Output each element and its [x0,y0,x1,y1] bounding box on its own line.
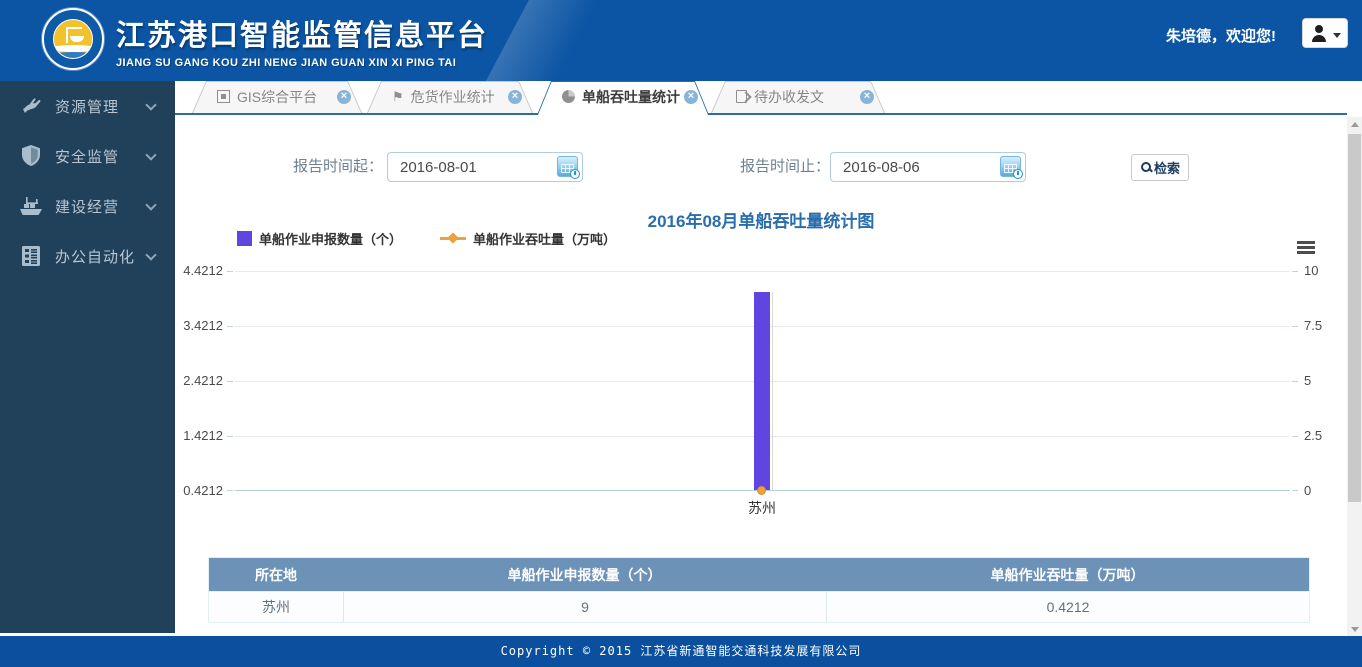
send-document-icon [736,90,747,103]
table-header-declarations: 单船作业申报数量（个） [343,558,826,591]
tab-dangerous-goods[interactable]: ⚑ 危货作业统计 [367,81,533,113]
table-cell-declarations: 9 [343,592,826,622]
legend-label: 单船作业吞吐量（万吨） [473,229,616,248]
logo-emblem [53,19,93,59]
resources-icon [18,93,44,119]
table-header-location: 所在地 [209,558,343,591]
y-axis-left-tick: 1.4212 [163,428,223,443]
user-greeting: 朱培德，欢迎您! [1166,25,1276,46]
bar-declarations [754,292,770,490]
calendar-icon[interactable] [557,156,578,177]
summary-table: 所在地 单船作业申报数量（个） 单船作业吞吐量（万吨） 苏州 9 0.4212 [208,557,1310,623]
chevron-down-icon [145,149,156,160]
scrollbar-up-arrow-icon[interactable] [1347,117,1362,132]
tab-ship-throughput[interactable]: 单船吞吐量统计 [537,81,709,115]
legend-label: 单船作业申报数量（个） [259,229,402,248]
y-axis-left-tick: 2.4212 [163,373,223,388]
search-button[interactable]: 检索 [1131,154,1189,181]
tab-label: 待办收发文 [754,87,824,107]
scrollbar-down-arrow-icon[interactable] [1347,621,1362,636]
table-cell-throughput: 0.4212 [826,592,1309,622]
vertical-scrollbar[interactable] [1347,117,1362,636]
tab-bar: GIS综合平台 ⚑ 危货作业统计 单船吞吐量统计 [175,81,1347,115]
pie-chart-icon [562,90,575,103]
y-axis-right-tick: 7.5 [1304,318,1344,333]
user-menu-button[interactable] [1302,18,1348,48]
chevron-down-icon [145,249,156,260]
sidebar-item-label: 资源管理 [55,96,119,117]
shield-icon [18,143,44,169]
sidebar-item-resources[interactable]: 资源管理 [0,81,175,131]
y-axis-left-tick: 3.4212 [163,318,223,333]
chart-legend: 单船作业申报数量（个） 单船作业吞吐量（万吨） [237,229,616,248]
tab-label: 危货作业统计 [411,87,495,107]
y-axis-left-tick: 0.4212 [163,483,223,498]
report-start-field [387,152,583,182]
user-icon [1311,25,1327,42]
tab-close-icon[interactable] [860,90,874,104]
sidebar-item-safety[interactable]: 安全监管 [0,131,175,181]
main-content: GIS综合平台 ⚑ 危货作业统计 单船吞吐量统计 [175,81,1347,636]
tab-pending-documents[interactable]: 待办收发文 [711,81,885,113]
report-end-input[interactable] [830,152,1026,182]
sidebar-item-construction[interactable]: 建设经营 [0,181,175,231]
oa-icon [18,243,44,269]
tab-label: GIS综合平台 [237,87,317,107]
y-axis-right-tick: 2.5 [1304,428,1344,443]
caret-down-icon [1333,33,1341,38]
chevron-down-icon [145,99,156,110]
sidebar-item-label: 建设经营 [55,196,119,217]
calendar-icon[interactable] [1000,156,1021,177]
sidebar-item-label: 办公自动化 [55,246,135,267]
chart-toolbox-dataview-icon[interactable] [1297,241,1315,254]
y-axis-right-tick: 10 [1304,263,1344,278]
header: 江苏港口智能监管信息平台 JIANG SU GANG KOU ZHI NENG … [0,0,1362,81]
sidebar-item-office[interactable]: 办公自动化 [0,231,175,281]
tab-close-icon[interactable] [684,90,698,104]
ship-icon [18,193,44,219]
chevron-down-icon [145,199,156,210]
flag-icon: ⚑ [392,90,404,103]
report-start-label: 报告时间起： [283,152,383,182]
tab-close-icon[interactable] [337,90,351,104]
search-icon [1140,161,1153,174]
copyright-text: Copyright © 2015 江苏省新通智能交通科技发展有限公司 [0,636,1362,667]
tab-bar-underline [175,113,1347,115]
scrollbar-thumb[interactable] [1348,134,1361,502]
tab-label: 单船吞吐量统计 [582,87,680,107]
legend-item-throughput[interactable]: 单船作业吞吐量（万吨） [440,229,616,248]
sidebar: 资源管理 安全监管 建设经营 办公自动化 [0,81,175,633]
chart-plot-area: 4.4212 3.4212 2.4212 1.4212 0.4212 10 7.… [235,271,1290,491]
tab-close-icon[interactable] [508,90,522,104]
header-diagonal-accent [476,0,604,81]
y-axis-left-tick: 4.4212 [163,263,223,278]
page-title: 江苏港口智能监管信息平台 [116,12,488,54]
search-button-label: 检索 [1154,158,1180,177]
table-header-row: 所在地 单船作业申报数量（个） 单船作业吞吐量（万吨） [209,558,1309,591]
y-axis-right-tick: 0 [1304,483,1344,498]
y-axis-right-tick: 5 [1304,373,1344,388]
table-header-throughput: 单船作业吞吐量（万吨） [826,558,1309,591]
legend-line-mark [440,231,466,246]
report-end-label: 报告时间止： [735,152,830,182]
table-row: 苏州 9 0.4212 [209,591,1309,622]
tab-gis[interactable]: GIS综合平台 [192,81,362,113]
report-start-input[interactable] [387,152,583,182]
report-end-field [830,152,1026,182]
legend-bar-swatch [237,231,252,246]
clock-icon [570,169,580,179]
footer: Copyright © 2015 江苏省新通智能交通科技发展有限公司 [0,636,1362,667]
legend-item-declarations[interactable]: 单船作业申报数量（个） [237,229,402,248]
brand: 江苏港口智能监管信息平台 JIANG SU GANG KOU ZHI NENG … [116,12,488,69]
page-subtitle: JIANG SU GANG KOU ZHI NENG JIAN GUAN XIN… [116,57,488,69]
table-cell-location: 苏州 [209,592,343,622]
sidebar-item-label: 安全监管 [55,146,119,167]
clock-icon [1013,169,1023,179]
gis-icon [217,90,230,103]
throughput-point [757,486,766,495]
x-axis-category-label: 苏州 [730,498,794,518]
site-logo [42,8,104,70]
app-root: 江苏港口智能监管信息平台 JIANG SU GANG KOU ZHI NENG … [0,0,1362,667]
